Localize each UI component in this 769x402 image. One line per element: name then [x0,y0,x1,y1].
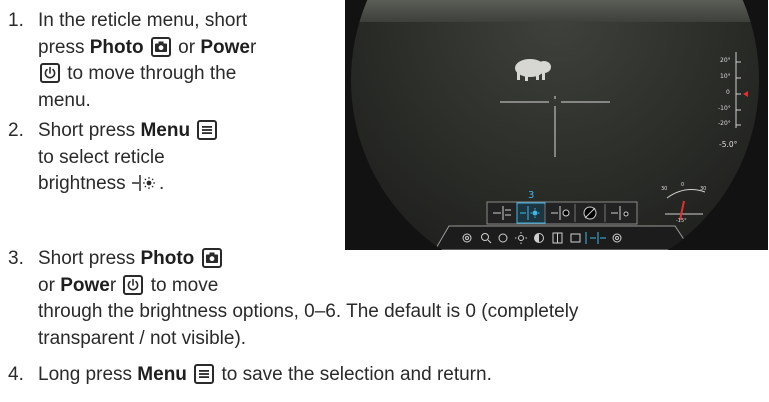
step-line: through the brightness options, 0–6. The… [38,301,579,322]
step-line: brightness [38,173,131,194]
menu-label: Menu [140,120,191,141]
step-line: press [38,36,90,58]
step-line: Long press [38,364,138,385]
menu-label: Menu [137,364,187,385]
step-line: . [158,173,165,194]
step-number: 4. [8,364,24,385]
step-line: or [38,274,61,296]
photo-label: Photo [140,248,195,269]
camera-button-icon [150,36,171,57]
step-number: 2. [8,120,24,141]
scope-view-graphic [345,0,768,250]
menu-button-icon [197,120,218,140]
power-button-icon [123,274,144,295]
compass-label-left: 30 [661,186,668,192]
step-line: Short press [38,120,141,141]
tilt-readout: -5.0° [719,140,738,149]
step-text: Short press Photo or Power to move throu… [38,246,578,352]
brightness-value: 3 [528,190,535,201]
photo-label: Photo [89,36,144,58]
menu-button-icon [194,364,215,384]
step-line: transparent / not visible). [38,327,247,349]
step-number: 1. [8,10,24,31]
step-text: Short press Menu to select reticle brigh… [38,118,219,198]
power-label: Powe [200,37,250,58]
step-line: to select reticle [38,146,165,168]
step-line: menu. [38,89,91,111]
step-line: or [172,36,201,58]
tilt-label-10: 10° [720,73,731,80]
step-text: In the reticle menu, short press Photo o… [38,8,256,114]
tilt-label-minus-10: -10° [718,105,731,112]
reticle-brightness-icon [131,175,155,191]
power-label-text: Powe [60,274,110,296]
tilt-label-20: 20° [720,57,731,64]
step-text: Long press Menu to save the selection an… [38,362,492,389]
step-line: to move [145,274,219,296]
compass-label-center: 0 [681,182,685,188]
step-line: Short press [38,248,141,269]
power-label-suffix: r [109,274,117,296]
device-screen-image: 3 20° 10° 0 -10° -20° -5.0° 30 0 30 -15° [345,0,768,250]
tilt-label-minus-20: -20° [718,120,731,127]
step-line: to save the selection and return. [216,364,492,385]
compass-label-right: 30 [700,186,707,192]
step-line: In the reticle menu, short [38,10,248,31]
tilt-label-0: 0 [726,89,730,96]
power-button-icon [40,63,60,83]
step-line: to move through the [62,63,237,84]
camera-button-icon [201,248,222,268]
step-number: 3. [8,248,24,269]
power-label-suffix: r [249,36,257,58]
power-label-text: Powe [200,36,250,58]
roll-readout: -15° [676,218,687,224]
power-label: Powe [60,275,110,296]
